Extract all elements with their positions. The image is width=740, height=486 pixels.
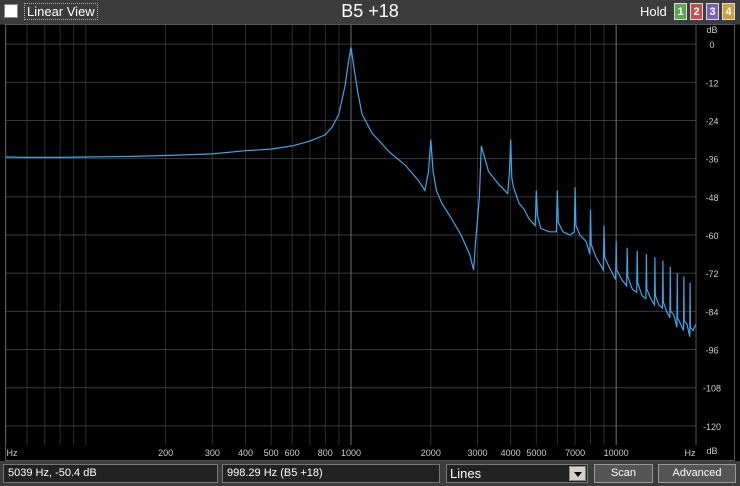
top-toolbar: Linear View B5 +18 Hold 1 2 3 4 bbox=[0, 0, 740, 25]
display-mode-select[interactable]: Lines bbox=[446, 464, 588, 483]
y-tick-label: -12 bbox=[705, 78, 718, 88]
y-tick-label: dB bbox=[706, 25, 717, 35]
x-tick-label: 400 bbox=[238, 448, 253, 458]
hold-button-4[interactable]: 4 bbox=[722, 3, 735, 20]
spectrum-chart[interactable]: dB 0 -12 -24 -36 -48 -60 -72 -84 -96 -108 -120 dB Hz 2… bbox=[6, 25, 734, 460]
x-tick-label: Hz bbox=[7, 448, 18, 458]
y-tick-label: -48 bbox=[705, 193, 718, 203]
x-tick-label: 300 bbox=[205, 448, 220, 458]
x-tick-label: 4000 bbox=[501, 448, 521, 458]
hold-label: Hold bbox=[640, 4, 667, 19]
linear-view-checkbox[interactable] bbox=[4, 4, 18, 18]
bottom-bar: 5039 Hz, -50.4 dB 998.29 Hz (B5 +18) Lin… bbox=[0, 461, 740, 486]
y-tick-label: -24 bbox=[705, 116, 718, 126]
y-tick-label: -36 bbox=[705, 155, 718, 165]
y-tick-label: -72 bbox=[705, 269, 718, 279]
hold-button-2[interactable]: 2 bbox=[690, 3, 703, 20]
linear-view-label[interactable]: Linear View bbox=[24, 3, 98, 20]
x-tick-label: 7000 bbox=[565, 448, 585, 458]
peak-readout: 998.29 Hz (B5 +18) bbox=[222, 464, 440, 483]
hold-button-3[interactable]: 3 bbox=[706, 3, 719, 20]
x-tick-label: 2000 bbox=[421, 448, 441, 458]
y-tick-label: -120 bbox=[703, 422, 721, 432]
window-title: B5 +18 bbox=[341, 1, 399, 21]
x-tick-label: 500 bbox=[264, 448, 279, 458]
x-tick-label: 10000 bbox=[604, 448, 629, 458]
cursor-readout: 5039 Hz, -50.4 dB bbox=[3, 464, 218, 483]
display-mode-value: Lines bbox=[450, 466, 482, 481]
x-tick-label: 5000 bbox=[526, 448, 546, 458]
advanced-button[interactable]: Advanced bbox=[658, 464, 736, 483]
x-tick-label: 600 bbox=[285, 448, 300, 458]
x-tick-label: 1000 bbox=[341, 448, 361, 458]
y-tick-label: dB bbox=[706, 446, 717, 456]
hold-button-1[interactable]: 1 bbox=[674, 3, 687, 20]
x-tick-label: 800 bbox=[318, 448, 333, 458]
y-tick-label: 0 bbox=[709, 40, 714, 50]
y-tick-label: -96 bbox=[705, 346, 718, 356]
y-tick-label: -108 bbox=[703, 384, 721, 394]
x-tick-label: Hz bbox=[685, 448, 696, 458]
x-tick-label: 3000 bbox=[468, 448, 488, 458]
spectrum-plot[interactable]: dB 0 -12 -24 -36 -48 -60 -72 -84 -96 -108 -120 dB Hz 2… bbox=[5, 24, 735, 461]
x-tick-label: 200 bbox=[158, 448, 173, 458]
scan-button[interactable]: Scan bbox=[594, 464, 653, 483]
chevron-down-icon[interactable] bbox=[569, 466, 586, 481]
y-tick-label: -84 bbox=[705, 307, 718, 317]
y-tick-label: -60 bbox=[705, 231, 718, 241]
